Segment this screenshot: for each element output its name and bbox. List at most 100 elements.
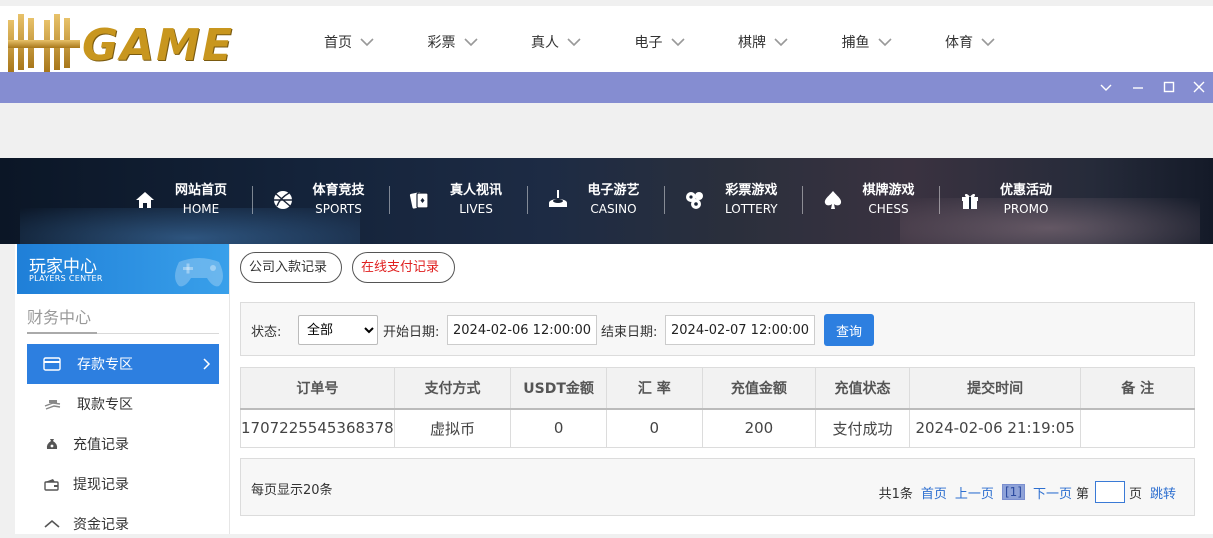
player-sidebar: 玩家中心 PLAYERS CENTER 财务中心 存款专区 取款专区 充值记录 … (15, 244, 230, 534)
page-suffix: 页 (1128, 486, 1142, 502)
top-header: GAME 首页 彩票 真人 电子 棋牌 捕鱼 体育 (0, 6, 1213, 72)
top-nav-label: 捕鱼 (841, 35, 870, 51)
submit-time-cell: 2024-02-06 21:19:05 (908, 408, 1082, 448)
top-nav-chess[interactable]: 棋牌 (738, 32, 842, 52)
chevron-down-icon (981, 38, 995, 47)
game-nav-en: CASINO (590, 202, 637, 216)
top-nav-live[interactable]: 真人 (531, 32, 635, 52)
game-nav-sports[interactable]: 体育竞技 SPORTS (271, 180, 409, 220)
game-nav-chess[interactable]: 棋牌游戏 CHESS (821, 180, 959, 220)
column-header: 充值状态 (815, 367, 910, 410)
game-nav-label: 体育竞技 SPORTS (313, 182, 365, 218)
site-logo[interactable]: GAME (4, 12, 268, 78)
column-header: USDT金额 (510, 367, 607, 410)
end-date-label: 结束日期: (601, 325, 658, 340)
start-date-input[interactable] (447, 315, 597, 345)
nav-separator (389, 186, 390, 214)
minimize-icon[interactable] (1131, 80, 1145, 94)
game-nav-en: PROMO (1003, 202, 1049, 216)
slot-icon (548, 190, 567, 207)
top-nav-label: 体育 (945, 35, 973, 51)
spacer-band (0, 103, 1213, 158)
per-page-text: 每页显示20条 (251, 483, 333, 498)
home-icon (136, 192, 154, 208)
end-date-input[interactable] (665, 315, 815, 345)
top-nav-label: 彩票 (427, 35, 456, 51)
players-center-subtitle: PLAYERS CENTER (29, 274, 103, 283)
sidebar-item-label: 取款专区 (77, 397, 133, 413)
game-nav-label: 电子游艺 CASINO (588, 182, 640, 218)
sidebar-item-label: 提现记录 (73, 477, 129, 493)
game-nav-cn: 电子游艺 (587, 183, 640, 198)
query-button[interactable]: 查询 (824, 314, 874, 346)
game-nav-lottery[interactable]: 彩票游戏 LOTTERY (683, 180, 821, 220)
card-icon (43, 357, 61, 371)
chevron-down-icon (877, 38, 892, 47)
top-nav: 首页 彩票 真人 电子 棋牌 捕鱼 体育 (324, 32, 1049, 52)
top-nav-fishing[interactable]: 捕鱼 (842, 32, 946, 52)
records-table: 订单号 支付方式 USDT金额 汇 率 充值金额 充值状态 提交时间 备 注 1… (240, 367, 1195, 448)
chevron-down-icon (360, 38, 374, 47)
start-date-label: 开始日期: (383, 325, 440, 340)
page-prefix: 第 (1075, 486, 1089, 502)
chevron-down-icon (774, 38, 788, 47)
nav-separator (664, 186, 665, 214)
top-nav-label: 棋牌 (738, 35, 766, 51)
cards-icon (409, 192, 429, 209)
top-nav-home[interactable]: 首页 (324, 32, 428, 52)
exchange-rate-cell: 0 (605, 408, 703, 448)
column-header: 备 注 (1080, 367, 1195, 410)
sidebar-item-label: 资金记录 (73, 517, 129, 533)
game-nav-casino[interactable]: 电子游艺 CASINO (546, 180, 684, 220)
tab-company-deposit-records[interactable]: 公司入款记录 (240, 252, 342, 283)
payment-method-cell: 虚拟币 (393, 408, 512, 448)
top-nav-electronic[interactable]: 电子 (635, 32, 739, 52)
sidebar-item-deposit-records[interactable]: 充值记录 (27, 424, 219, 464)
tab-online-payment-records[interactable]: 在线支付记录 (352, 252, 455, 283)
sidebar-item-withdraw[interactable]: 取款专区 (27, 384, 219, 424)
game-nav-en: HOME (182, 202, 220, 216)
nav-separator (526, 186, 528, 214)
nav-separator (939, 186, 940, 214)
chevron-right-icon (203, 358, 211, 370)
nav-separator (801, 186, 803, 214)
finance-menu: 存款专区 取款专区 充值记录 提现记录 资金记录 (27, 344, 219, 538)
column-header: 支付方式 (393, 367, 512, 410)
deposit-amount-cell: 200 (701, 408, 817, 448)
game-nav-label: 真人视讯 LIVES (450, 182, 502, 218)
chevron-down-icon[interactable] (1099, 80, 1113, 94)
game-nav-en: CHESS (868, 202, 909, 216)
game-nav-en: LIVES (459, 202, 493, 216)
window-bar (0, 72, 1213, 103)
top-nav-sports[interactable]: 体育 (945, 32, 1049, 52)
logo-text: GAME (82, 20, 235, 71)
cash-icon (44, 400, 61, 410)
sidebar-item-deposit[interactable]: 存款专区 (27, 344, 219, 384)
pagination-controls: 共1条 首页 上一页 [1] 下一页 第 页 跳转 (871, 481, 1176, 503)
jump-button[interactable]: 跳转 (1150, 483, 1176, 502)
players-center-header: 玩家中心 PLAYERS CENTER (17, 244, 229, 294)
top-nav-lottery[interactable]: 彩票 (428, 32, 532, 52)
status-select[interactable]: 全部 (298, 315, 378, 345)
column-header: 提交时间 (908, 367, 1082, 410)
game-nav-lives[interactable]: 真人视讯 LIVES (408, 180, 546, 220)
nav-separator (251, 186, 253, 214)
table-header-row: 订单号 支付方式 USDT金额 汇 率 充值金额 充值状态 提交时间 备 注 (240, 367, 1195, 410)
first-page-link[interactable]: 首页 (921, 483, 947, 502)
game-nav-cn: 彩票游戏 (725, 183, 778, 198)
game-nav-en: SPORTS (315, 202, 362, 216)
game-nav-home[interactable]: 网站首页 HOME (133, 180, 271, 220)
total-count: 共1条 (878, 486, 913, 502)
next-page-link[interactable]: 下一页 (1033, 483, 1072, 502)
maximize-icon[interactable] (1162, 80, 1176, 94)
game-nav-promo[interactable]: 优惠活动 PROMO (958, 180, 1096, 220)
filter-bar: 状态: 全部 开始日期: 结束日期: 查询 (240, 302, 1195, 356)
close-icon[interactable] (1192, 80, 1206, 94)
page-number-input[interactable] (1094, 481, 1125, 503)
top-nav-label: 真人 (531, 35, 559, 51)
sidebar-item-fund-records[interactable]: 资金记录 (27, 504, 219, 538)
deposit-status-cell: 支付成功 (815, 408, 910, 448)
sidebar-item-withdraw-records[interactable]: 提现记录 (27, 464, 219, 504)
prev-page-link[interactable]: 上一页 (955, 483, 994, 502)
chevron-down-icon (463, 38, 478, 47)
